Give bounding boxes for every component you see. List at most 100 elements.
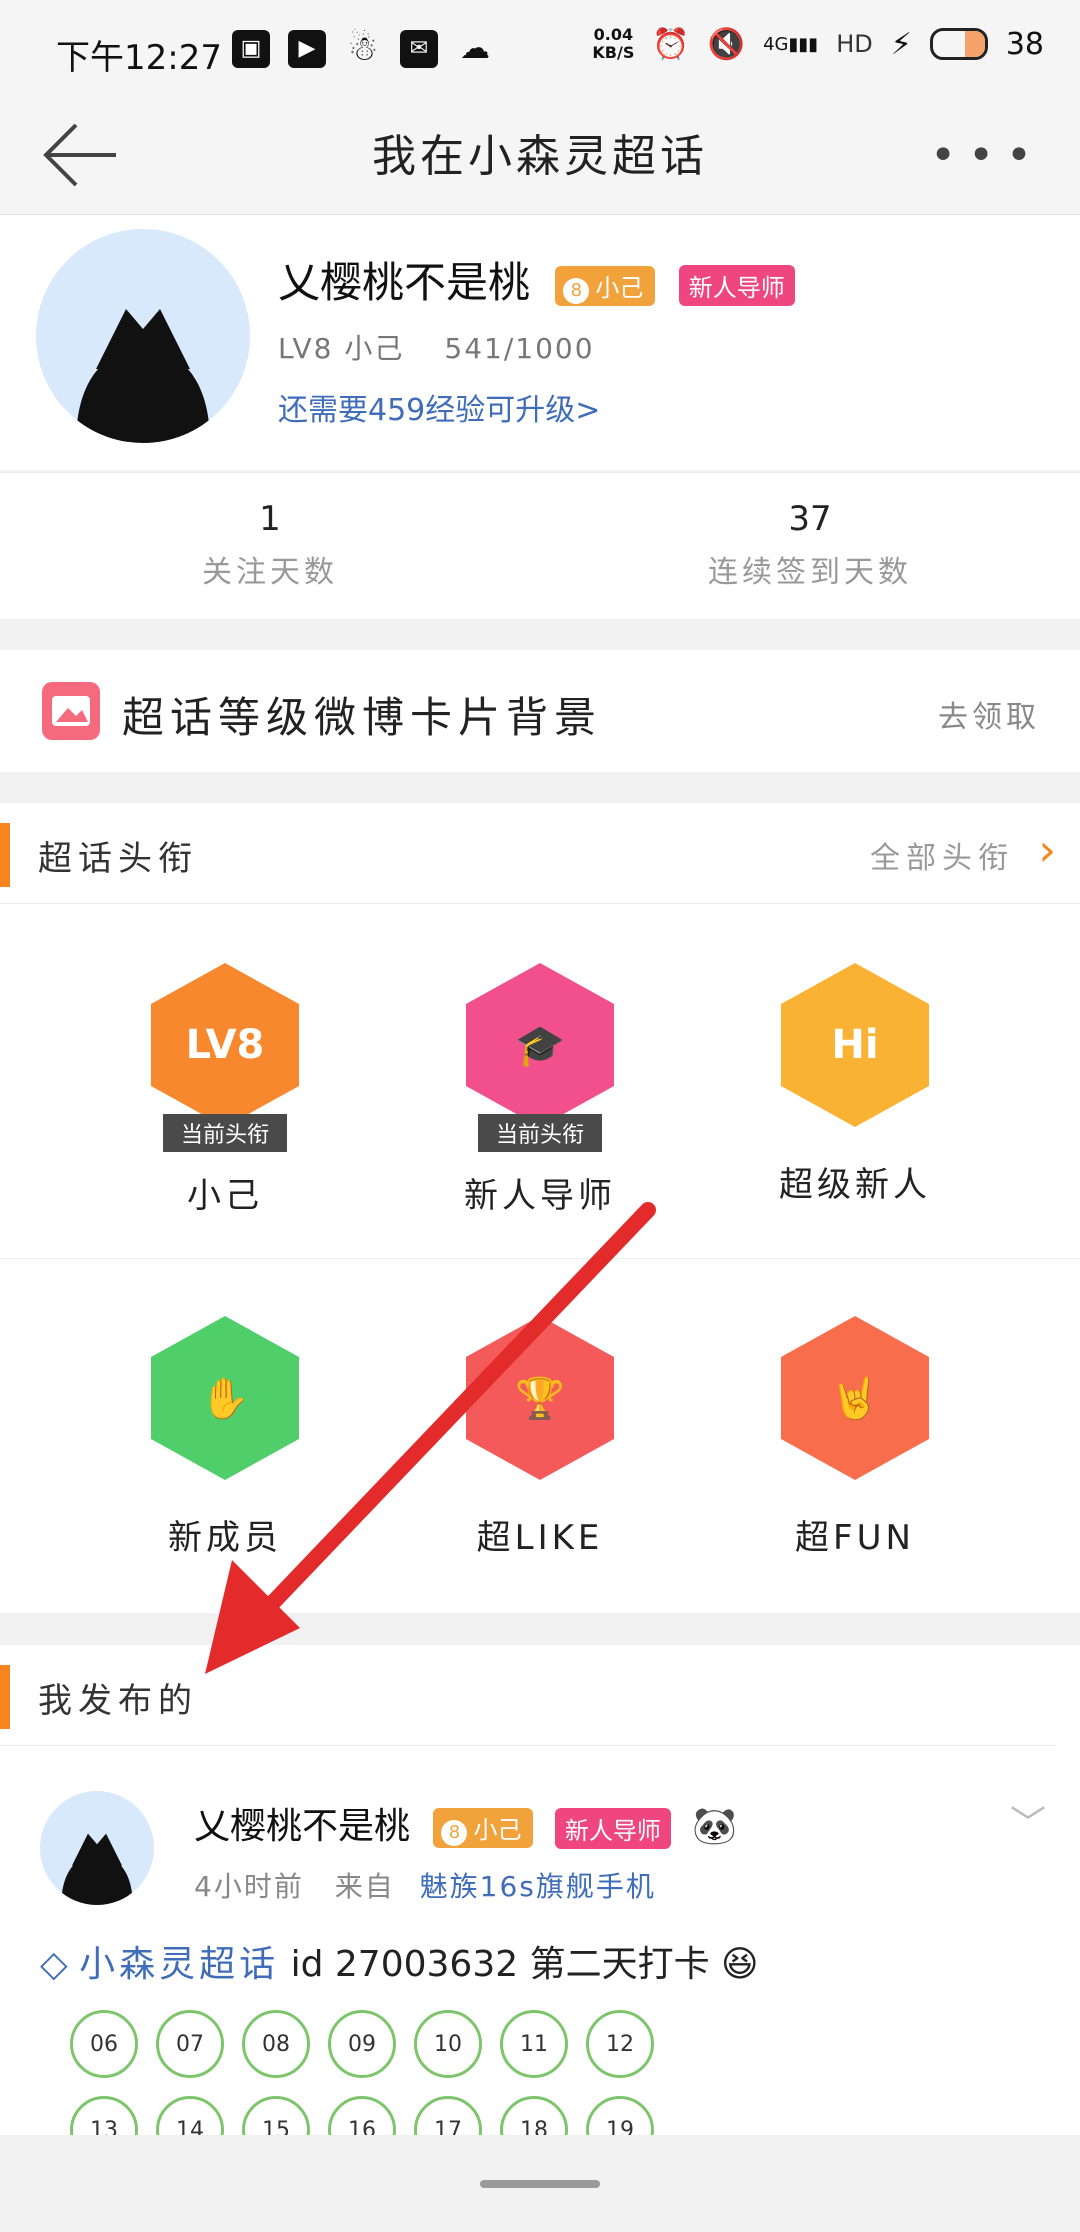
tutor-badge[interactable]: 新人导师 — [554, 1807, 671, 1849]
avatar[interactable] — [36, 229, 250, 443]
badge-xiaoji[interactable]: LV8 当前头衔 小己 — [45, 963, 405, 1217]
posted-section-header: 我发布的 — [0, 1645, 1055, 1746]
calendar-day: 12 — [586, 2010, 654, 2078]
tutor-badge[interactable]: 新人导师 — [678, 265, 795, 306]
hand-icon: ✋ — [151, 1316, 299, 1480]
hd-icon: HD — [836, 30, 873, 58]
stat-follow-days: 1 关注天数 — [0, 499, 540, 591]
badge-super-fun[interactable]: 🤘 超FUN — [675, 1316, 1035, 1559]
level-badge-label: 小己 — [595, 273, 644, 302]
net-speed-value: 0.04 — [593, 25, 634, 44]
stat-checkin-days: 37 连续签到天数 — [540, 499, 1080, 591]
stat-value: 1 — [259, 499, 281, 539]
alarm-icon: ⏰ — [652, 26, 690, 62]
post-meta: 4小时前 来自 魅族16s旗舰手机 — [194, 1865, 656, 1905]
charging-icon: ⚡ — [890, 26, 912, 62]
status-time: 下午12:27 — [56, 38, 222, 78]
section-accent-bar — [0, 1665, 10, 1729]
diamond-icon: ◇ — [40, 1944, 68, 1985]
nav-bar: 我在小森灵超话 ••• — [0, 100, 1080, 215]
battery-level: 38 — [1005, 26, 1044, 62]
cloud-icon: ☁ — [460, 31, 490, 66]
calendar-day: 11 — [500, 2010, 568, 2078]
gesture-area — [0, 2135, 1080, 2232]
badge-name: 超级新人 — [779, 1165, 931, 1205]
badge-tutor[interactable]: 🎓 当前头衔 新人导师 — [360, 963, 720, 1217]
chevron-right-icon[interactable]: › — [1038, 825, 1056, 876]
level-badge[interactable]: 8 小己 — [555, 265, 656, 306]
qq-icon: ☃ — [347, 29, 379, 69]
signal-icon: 4G▮▮▮ — [763, 33, 819, 55]
card-image-icon — [42, 682, 100, 740]
battery-icon — [929, 28, 988, 60]
play-icon: ▶ — [288, 30, 326, 68]
calendar-day: 08 — [242, 2010, 310, 2078]
hi-icon: Hi — [781, 963, 929, 1127]
section-accent-bar — [0, 823, 10, 887]
stats-row: 1 关注天数 37 连续签到天数 — [0, 472, 1080, 619]
system-status: 0.04 KB/S ⏰ 🔇 4G▮▮▮ HD ⚡ 38 — [592, 26, 1044, 62]
username-row: 乂樱桃不是桃 8 小己 新人导师 — [278, 249, 795, 310]
titles-section-header: 超话头衔 全部头衔 › — [0, 803, 1080, 904]
post-source[interactable]: 魅族16s旗舰手机 — [420, 1870, 656, 1903]
more-options-icon[interactable]: ••• — [930, 130, 1044, 181]
badge-name: 超LIKE — [476, 1518, 604, 1558]
section-title: 我发布的 — [38, 1681, 198, 1721]
badge-super-like[interactable]: 🏆 超LIKE — [360, 1316, 720, 1559]
topic-tag[interactable]: 小森灵超话 — [79, 1944, 279, 1985]
calendar-day: 06 — [70, 2010, 138, 2078]
panda-icon: 🐼 — [692, 1806, 738, 1847]
post-author-row: 乂樱桃不是桃 8 小己 新人导师 🐼 — [194, 1797, 737, 1849]
level-info: LV8 小己 541/1000 — [278, 327, 595, 367]
signal-label: 4G — [763, 33, 789, 55]
exp-text: 541/1000 — [444, 332, 595, 365]
current-title-ribbon: 当前头衔 — [477, 1114, 602, 1152]
username[interactable]: 乂樱桃不是桃 — [278, 258, 530, 307]
card-background-title: 超话等级微博卡片背景 — [122, 693, 603, 742]
avatar-silhouette-icon — [76, 309, 210, 443]
net-speed: 0.04 KB/S — [592, 26, 634, 62]
net-speed-unit: KB/S — [592, 43, 635, 62]
notification-icons: ▣ ▶ ☃ ✉ ☁ — [232, 30, 494, 68]
post-body: id 27003632 第二天打卡 — [290, 1944, 710, 1985]
posted-section: 我发布的 乂樱桃不是桃 8 小己 新人导师 🐼 ﹀ 4小时前 来自 魅族16s旗舰… — [0, 1645, 1080, 2164]
level-badge[interactable]: 8 小己 — [433, 1808, 534, 1848]
source-prefix: 来自 — [334, 1870, 395, 1903]
profile-card: 乂樱桃不是桃 8 小己 新人导师 LV8 小己 541/1000 还需要459经验可… — [0, 215, 1080, 470]
section-title: 超话头衔 — [38, 839, 198, 879]
lv8-icon: LV8 — [151, 963, 299, 1127]
post-time: 4小时前 — [194, 1870, 304, 1903]
home-indicator[interactable] — [480, 2180, 600, 2188]
current-title-ribbon: 当前头衔 — [162, 1114, 287, 1152]
calendar-day: 09 — [328, 2010, 396, 2078]
level-badge-label: 小己 — [473, 1816, 522, 1844]
chevron-down-icon[interactable]: ﹀ — [1010, 1795, 1046, 1847]
badge-name: 新成员 — [168, 1518, 282, 1558]
app-icon: ✉ — [400, 30, 438, 68]
emoji-icon: 😆 — [721, 1944, 759, 1985]
all-titles-link[interactable]: 全部头衔 — [870, 833, 1014, 877]
badge-name: 新人导师 — [464, 1176, 616, 1216]
badge-new-member[interactable]: ✋ 新成员 — [45, 1316, 405, 1559]
stat-label: 连续签到天数 — [708, 555, 912, 590]
divider — [0, 1258, 1080, 1259]
level-text: LV8 小己 — [278, 332, 405, 365]
trophy-icon: 🏆 — [466, 1316, 614, 1480]
calendar-day: 10 — [414, 2010, 482, 2078]
post-author[interactable]: 乂樱桃不是桃 — [194, 1806, 410, 1847]
badge-name: 超FUN — [795, 1518, 915, 1558]
badge-super-newbie[interactable]: Hi 超级新人 — [675, 963, 1035, 1206]
stat-value: 37 — [788, 499, 832, 539]
badge-name: 小己 — [187, 1176, 263, 1216]
claim-link[interactable]: 去领取 — [938, 692, 1040, 736]
level-badge-number: 8 — [563, 277, 590, 304]
graduation-cap-icon: 🎓 — [466, 963, 614, 1127]
post-avatar[interactable] — [40, 1791, 154, 1905]
level-badge-number: 8 — [441, 1820, 468, 1846]
card-background-row[interactable]: 超话等级微博卡片背景 去领取 — [0, 650, 1080, 772]
upgrade-link[interactable]: 还需要459经验可升级> — [278, 385, 600, 429]
calendar-day: 07 — [156, 2010, 224, 2078]
page-title: 我在小森灵超话 — [372, 131, 708, 182]
avatar-silhouette-icon — [61, 1833, 133, 1905]
battery-fill — [965, 31, 985, 57]
